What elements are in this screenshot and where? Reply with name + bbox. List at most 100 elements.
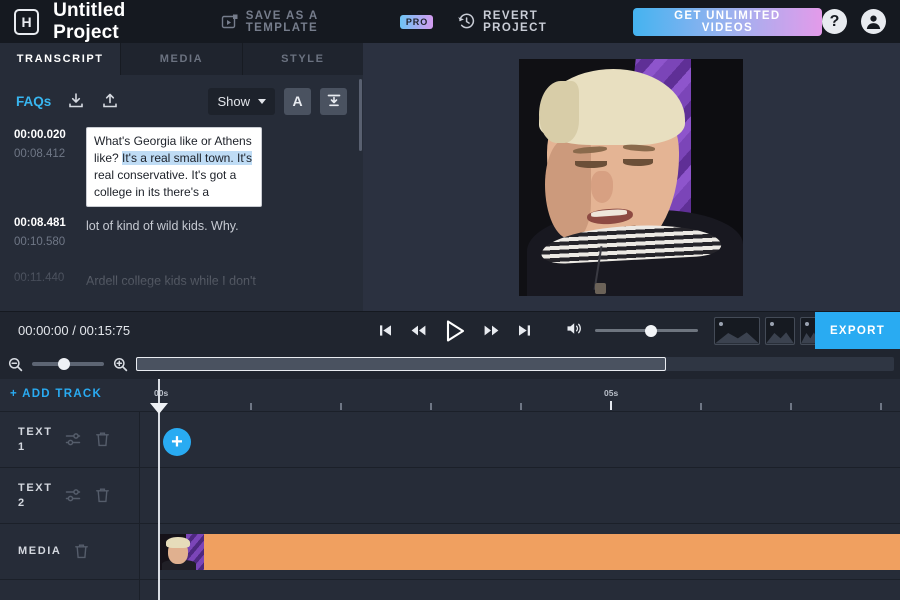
add-clip-button[interactable]: + [163, 428, 191, 456]
track-settings-icon[interactable] [65, 431, 82, 448]
track-header: MEDIA [0, 524, 140, 579]
transcript-start-time: 00:00.020 [14, 129, 66, 141]
ruler-tick [250, 403, 252, 410]
show-dropdown[interactable]: Show [208, 87, 275, 115]
get-unlimited-videos-button[interactable]: GET UNLIMITED VIDEOS [632, 7, 822, 36]
playhead-handle[interactable] [150, 403, 168, 414]
ruler-tick [430, 403, 432, 410]
timeline-header: + ADD TRACK 00s 05s [0, 379, 900, 411]
ruler-tick [790, 403, 792, 410]
ruler-tick [700, 403, 702, 410]
track-body[interactable] [140, 580, 900, 600]
volume-slider-knob[interactable] [645, 324, 657, 337]
aspect-ratio-square-button[interactable] [765, 316, 795, 345]
ruler-tick-major [610, 401, 612, 410]
skip-to-end-button[interactable] [517, 323, 532, 338]
transcript-timestamps: 00:11.440 [14, 270, 86, 291]
track-name: TEXT 2 [18, 481, 53, 509]
track-body[interactable] [140, 524, 900, 579]
volume-slider[interactable] [595, 324, 698, 337]
transcript-toolbar: FAQs Show A [0, 75, 363, 127]
track-header [0, 580, 140, 600]
transcript-text-after: real conservative. It's got a college in… [94, 168, 237, 200]
transcript-row-editing[interactable]: 00:00.020 00:08.412 What's Georgia like … [0, 127, 363, 208]
transcript-scrollbar[interactable] [359, 79, 362, 151]
transcript-start-time: 00:11.440 [14, 272, 65, 285]
track-delete-icon[interactable] [94, 487, 111, 504]
zoom-slider[interactable] [32, 358, 104, 370]
transcript-start-time: 00:08.481 [14, 217, 66, 230]
align-merge-button[interactable] [320, 87, 347, 115]
avatar[interactable] [861, 9, 886, 34]
timeline-ruler[interactable]: 00s 05s [140, 379, 900, 411]
transcript-row[interactable]: 00:11.440 Ardell college kids while I do… [0, 270, 363, 291]
revert-project-button[interactable]: REVERT PROJECT [457, 10, 601, 34]
time-display: 00:00:00 / 00:15:75 [18, 323, 131, 338]
volume-control [566, 321, 698, 341]
tab-style[interactable]: STYLE [243, 43, 363, 75]
tab-transcript[interactable]: TRANSCRIPT [0, 43, 122, 75]
faqs-link[interactable]: FAQs [16, 94, 51, 109]
text-format-button[interactable]: A [284, 87, 311, 115]
ruler-tick [340, 403, 342, 410]
export-button[interactable]: EXPORT [815, 312, 900, 349]
track-row-text-1: TEXT 1 [0, 411, 900, 467]
video-preview-area [363, 43, 900, 311]
track-row-text-2: TEXT 2 [0, 467, 900, 523]
track-body[interactable] [140, 468, 900, 523]
transcript-edit-box[interactable]: What's Georgia like or Athens like? It's… [86, 127, 262, 208]
subject-nose [591, 171, 613, 203]
track-delete-icon[interactable] [94, 431, 111, 448]
ruler-label-00s: 00s [154, 388, 169, 398]
text-format-label: A [292, 93, 303, 109]
track-header: TEXT 1 [0, 412, 140, 467]
aspect-ratio-landscape-button[interactable] [714, 316, 760, 345]
timeline-scrollbar-track[interactable] [136, 357, 894, 371]
save-as-template-label: SAVE AS A TEMPLATE [245, 9, 319, 34]
skip-to-start-button[interactable] [378, 323, 393, 338]
download-icon[interactable] [67, 92, 85, 110]
upload-icon[interactable] [101, 92, 119, 110]
zoom-in-icon[interactable] [113, 357, 128, 372]
ratio-dot-icon [719, 321, 723, 326]
track-row-partial [0, 579, 900, 600]
transcript-end-time: 00:10.580 [14, 236, 66, 249]
zoom-out-icon[interactable] [8, 357, 23, 372]
track-delete-icon[interactable] [73, 543, 90, 560]
save-as-template-button[interactable]: SAVE AS A TEMPLATE PRO [221, 9, 434, 34]
chevron-down-icon [258, 98, 266, 104]
transcript-text: Ardell college kids while I don't [86, 274, 256, 289]
ratio-dot-icon [770, 321, 774, 326]
template-icon [221, 13, 239, 31]
track-name: TEXT 1 [18, 425, 53, 453]
app-logo[interactable]: H [14, 8, 40, 35]
subject-eye-left [575, 161, 607, 168]
track-body[interactable] [140, 412, 900, 467]
zoom-slider-knob[interactable] [58, 358, 70, 370]
volume-icon[interactable] [566, 321, 584, 341]
timeline-zoom-row [0, 349, 900, 379]
add-track-button[interactable]: + ADD TRACK [10, 388, 102, 400]
rewind-button[interactable] [410, 323, 427, 338]
track-settings-icon[interactable] [65, 487, 82, 504]
toolbar-right-group: Show A [208, 87, 347, 115]
fast-forward-button[interactable] [483, 323, 500, 338]
subject-eye-right [623, 159, 653, 166]
track-row-media: MEDIA [0, 523, 900, 579]
tab-media[interactable]: MEDIA [121, 43, 243, 75]
video-frame[interactable] [519, 59, 743, 296]
timeline-scrollbar-thumb[interactable] [136, 357, 666, 371]
app-header: H Untitled Project SAVE AS A TEMPLATE PR… [0, 0, 900, 43]
help-icon[interactable]: ? [822, 9, 847, 34]
play-button[interactable] [444, 319, 466, 343]
transcript-row[interactable]: 00:08.481 00:10.580 lot of kind of wild … [0, 215, 363, 248]
transcript-end-time: 00:08.412 [14, 148, 66, 160]
revert-project-label: REVERT PROJECT [483, 9, 548, 34]
transport-controls [378, 319, 532, 343]
media-clip[interactable] [160, 534, 900, 570]
playhead[interactable] [150, 379, 168, 600]
transcript-timestamps: 00:00.020 00:08.412 [14, 127, 86, 207]
show-dropdown-label: Show [217, 93, 250, 109]
media-clip-thumbnail [160, 534, 204, 570]
project-title[interactable]: Untitled Project [53, 0, 191, 44]
